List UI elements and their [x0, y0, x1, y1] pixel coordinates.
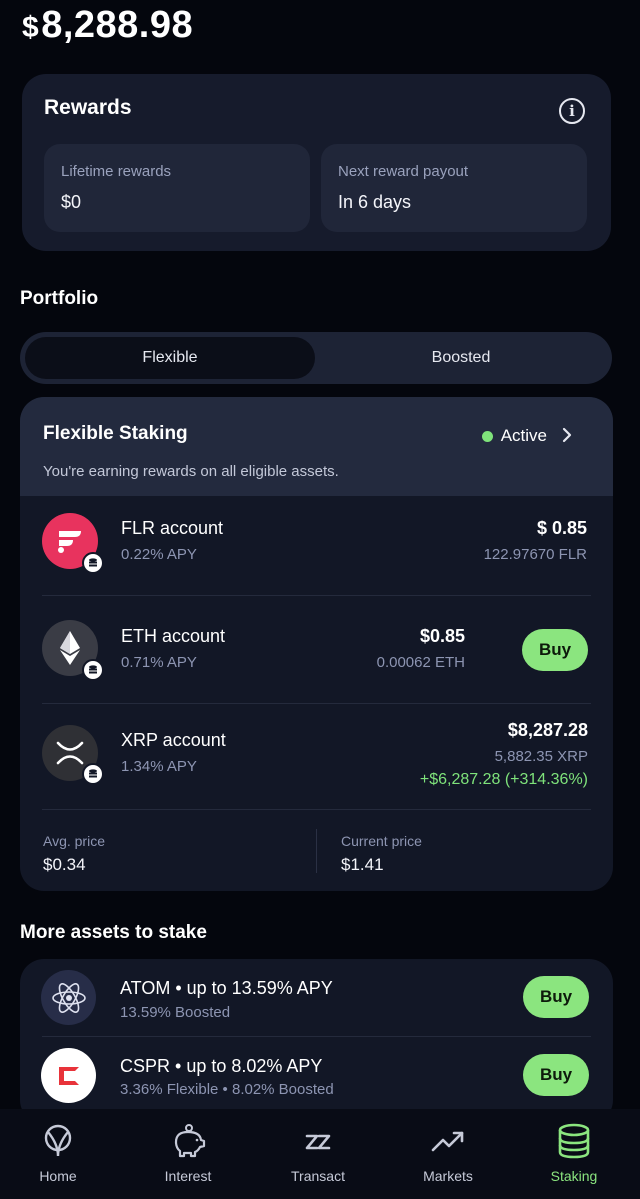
- account-quantity: 0.00062 ETH: [376, 654, 465, 671]
- buy-atom-button[interactable]: Buy: [523, 976, 589, 1018]
- account-quantity: 122.97670 FLR: [483, 546, 587, 563]
- price-divider: [316, 829, 317, 873]
- account-quantity: 5,882.35 XRP: [494, 748, 588, 765]
- account-name: XRP account: [121, 730, 226, 750]
- account-row-xrp[interactable]: XRP account 1.34% APY $8,287.28 5,882.35…: [20, 704, 613, 809]
- status-badge: Active: [481, 426, 547, 446]
- asset-sub: 3.36% Flexible • 8.02% Boosted: [120, 1081, 334, 1098]
- current-price-value: $1.41: [341, 855, 384, 874]
- asset-name: ATOM • up to 13.59% APY: [120, 978, 333, 998]
- tab-home[interactable]: Home: [0, 1109, 122, 1199]
- next-payout-value: In 6 days: [338, 192, 412, 212]
- staking-badge-icon: [82, 659, 104, 681]
- bottom-tab-bar: Home Interest Transact Markets Staking: [0, 1109, 640, 1199]
- flexible-staking-title: Flexible Staking: [43, 423, 188, 444]
- account-name: FLR account: [121, 518, 224, 538]
- portfolio-title: Portfolio: [20, 288, 99, 309]
- tab-interest[interactable]: Interest: [124, 1109, 252, 1199]
- next-payout-box: Next reward payout In 6 days: [321, 144, 587, 232]
- account-gain: +$6,287.28 (+314.36%): [419, 771, 588, 788]
- trend-up-icon: [431, 1131, 464, 1152]
- tab-label: Markets: [423, 1168, 473, 1184]
- account-name: ETH account: [121, 626, 226, 646]
- avg-price-label: Avg. price: [43, 833, 105, 849]
- flexible-staking-subtitle: You're earning rewards on all eligible a…: [43, 463, 339, 480]
- staking-badge-icon: [82, 763, 104, 785]
- flexible-staking-header[interactable]: Flexible Staking Active You're earning r…: [20, 397, 613, 496]
- account-value: $8,287.28: [507, 720, 588, 740]
- lifetime-rewards-value: $0: [61, 192, 82, 212]
- tab-label: Transact: [291, 1168, 345, 1184]
- cosmos-atom-icon: [41, 970, 96, 1025]
- currency-symbol: $: [22, 11, 40, 44]
- divider: [42, 809, 591, 810]
- more-assets-card: ATOM • up to 13.59% APY 13.59% Boosted B…: [20, 959, 613, 1124]
- buy-eth-button[interactable]: Buy: [522, 629, 588, 671]
- divider: [42, 1036, 591, 1037]
- tab-boosted[interactable]: Boosted: [316, 337, 606, 379]
- total-balance: $8,288.98: [22, 4, 193, 47]
- lifetime-rewards-label: Lifetime rewards: [61, 163, 172, 180]
- balance-amount: 8,288.98: [41, 4, 194, 46]
- more-assets-title: More assets to stake: [20, 922, 207, 943]
- transact-icon: [305, 1134, 331, 1150]
- tab-label: Home: [39, 1168, 77, 1184]
- active-dot-icon: [481, 430, 493, 442]
- portfolio-segmented-control: Flexible Boosted: [20, 332, 612, 384]
- staking-badge-icon: [82, 552, 104, 574]
- account-value: $0.85: [419, 626, 465, 646]
- rewards-card: Rewards i Lifetime rewards $0 Next rewar…: [22, 74, 611, 251]
- current-price-label: Current price: [341, 833, 422, 849]
- account-row-flr[interactable]: FLR account 0.22% APY $ 0.85 122.97670 F…: [20, 496, 613, 596]
- next-payout-label: Next reward payout: [338, 163, 469, 180]
- account-apy: 0.71% APY: [121, 654, 197, 671]
- flexible-staking-card: Flexible Staking Active You're earning r…: [20, 397, 613, 891]
- tab-label: Staking: [550, 1168, 598, 1184]
- account-row-eth[interactable]: ETH account 0.71% APY $0.85 0.00062 ETH …: [20, 596, 613, 704]
- account-value: $ 0.85: [536, 518, 587, 538]
- home-icon: [44, 1124, 72, 1157]
- casper-icon: [41, 1048, 96, 1103]
- account-apy: 1.34% APY: [121, 758, 197, 775]
- tab-transact[interactable]: Transact: [254, 1109, 382, 1199]
- chevron-right-icon[interactable]: [557, 425, 577, 445]
- avg-price-value: $0.34: [43, 855, 86, 874]
- asset-sub: 13.59% Boosted: [120, 1004, 231, 1021]
- tab-label: Interest: [164, 1168, 212, 1184]
- lifetime-rewards-box: Lifetime rewards $0: [44, 144, 310, 232]
- account-apy: 0.22% APY: [121, 546, 197, 563]
- tab-staking[interactable]: Staking: [510, 1109, 638, 1199]
- status-label: Active: [500, 426, 547, 445]
- asset-name: CSPR • up to 8.02% APY: [120, 1056, 323, 1076]
- buy-cspr-button[interactable]: Buy: [523, 1054, 589, 1096]
- tab-markets[interactable]: Markets: [384, 1109, 512, 1199]
- rewards-title: Rewards: [44, 96, 132, 119]
- staking-coins-icon: [558, 1123, 590, 1159]
- piggy-bank-icon: [174, 1124, 206, 1158]
- tab-flexible[interactable]: Flexible: [25, 337, 315, 379]
- info-icon[interactable]: i: [559, 98, 585, 124]
